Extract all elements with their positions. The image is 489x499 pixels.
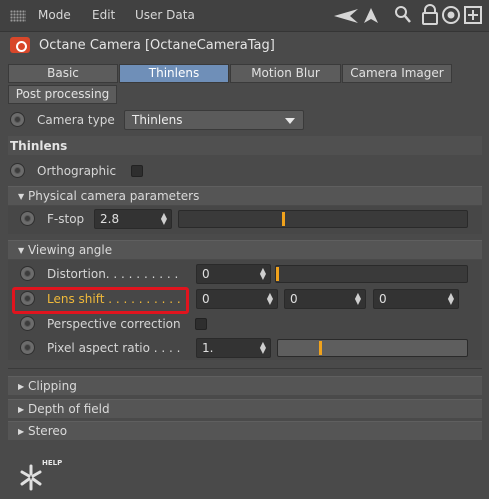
pixel-aspect-radio[interactable]: [20, 340, 35, 355]
clipping-header[interactable]: ▶ Clipping: [8, 376, 482, 395]
lens-shift-x-value: 0: [202, 292, 210, 306]
panel-grip-icon[interactable]: [10, 10, 26, 22]
pixel-aspect-value: 1.: [202, 341, 214, 355]
divider: [8, 368, 482, 369]
pixel-aspect-field[interactable]: 1. ▲ ▼: [196, 338, 271, 358]
spinner-icon[interactable]: ▲ ▼: [161, 212, 167, 226]
camera-type-dropdown[interactable]: Thinlens: [124, 110, 304, 130]
cursor-icon[interactable]: [362, 6, 380, 26]
fstop-radio[interactable]: [20, 211, 35, 226]
distortion-slider[interactable]: [275, 265, 468, 283]
lens-shift-y-field[interactable]: 0 ▲ ▼: [284, 289, 366, 309]
collapsed-arrow-icon: ▶: [18, 405, 25, 414]
physical-params-title: Physical camera parameters: [27, 189, 200, 203]
pixel-aspect-slider[interactable]: [277, 339, 468, 357]
thinlens-section-bar: [8, 136, 482, 155]
fstop-field[interactable]: 2.8 ▲ ▼: [94, 209, 172, 229]
target-icon[interactable]: [441, 5, 461, 25]
menu-bar: [0, 0, 489, 32]
distortion-slider-handle[interactable]: [276, 267, 279, 281]
help-area: [0, 443, 489, 499]
lens-shift-y-value: 0: [290, 292, 298, 306]
perspective-correction-checkbox[interactable]: [195, 318, 207, 330]
orthographic-label: Orthographic: [37, 164, 117, 178]
spinner-icon[interactable]: ▲ ▼: [260, 267, 266, 281]
spinner-icon[interactable]: ▲ ▼: [355, 292, 361, 306]
tab-camera-imager[interactable]: Camera Imager: [342, 64, 452, 83]
tab-post-processing[interactable]: Post processing: [8, 85, 117, 104]
lock-icon[interactable]: [421, 4, 439, 26]
expanded-arrow-icon: ▼: [18, 246, 25, 255]
lens-shift-x-field[interactable]: 0 ▲ ▼: [196, 289, 278, 309]
menu-edit[interactable]: Edit: [92, 8, 115, 22]
depth-of-field-title: Depth of field: [27, 402, 110, 416]
fstop-label: F-stop: [47, 212, 85, 226]
help-label[interactable]: HELP: [42, 459, 62, 467]
distortion-field[interactable]: 0 ▲ ▼: [196, 264, 271, 284]
lens-shift-z-field[interactable]: 0 ▲ ▼: [373, 289, 459, 309]
orthographic-radio[interactable]: [10, 163, 25, 178]
lens-shift-z-value: 0: [379, 292, 387, 306]
viewing-angle-title: Viewing angle: [27, 243, 113, 257]
orthographic-checkbox[interactable]: [131, 165, 143, 177]
fstop-slider[interactable]: [178, 210, 468, 228]
perspective-correction-label: Perspective correction: [47, 317, 181, 331]
physical-params-header[interactable]: ▼ Physical camera parameters: [8, 186, 482, 205]
spinner-icon[interactable]: ▲ ▼: [448, 292, 454, 306]
stereo-header[interactable]: ▶ Stereo: [8, 421, 482, 440]
back-arrow-icon[interactable]: [332, 6, 362, 26]
fstop-value: 2.8: [100, 212, 120, 226]
viewing-angle-header[interactable]: ▼ Viewing angle: [8, 240, 482, 259]
menu-mode[interactable]: Mode: [38, 8, 71, 22]
camera-type-value: Thinlens: [132, 113, 183, 127]
expanded-arrow-icon: ▼: [18, 192, 25, 201]
perspective-correction-radio[interactable]: [20, 316, 35, 331]
pixel-aspect-slider-handle[interactable]: [319, 341, 322, 355]
object-title: Octane Camera [OctaneCameraTag]: [39, 38, 275, 53]
tab-thinlens[interactable]: Thinlens: [119, 64, 229, 83]
search-icon[interactable]: [394, 5, 412, 25]
tab-basic[interactable]: Basic: [8, 64, 118, 83]
spinner-icon[interactable]: ▲ ▼: [267, 292, 273, 306]
camera-tag-icon: [10, 37, 30, 53]
lens-shift-radio[interactable]: [20, 291, 35, 306]
pixel-aspect-label: Pixel aspect ratio . . . .: [47, 341, 181, 355]
clipping-title: Clipping: [27, 379, 77, 393]
collapsed-arrow-icon: ▶: [18, 382, 25, 391]
menu-user-data[interactable]: User Data: [135, 8, 195, 22]
distortion-radio[interactable]: [20, 266, 35, 281]
depth-of-field-header[interactable]: ▶ Depth of field: [8, 399, 482, 418]
distortion-value: 0: [202, 267, 210, 281]
lens-shift-label: Lens shift . . . . . . . . . .: [47, 292, 181, 306]
new-panel-icon[interactable]: [463, 5, 483, 25]
tab-motion-blur[interactable]: Motion Blur: [230, 64, 341, 83]
section-title: Thinlens: [10, 139, 68, 153]
fstop-slider-handle[interactable]: [282, 212, 285, 226]
chevron-down-icon: [285, 118, 295, 124]
camera-type-radio[interactable]: [10, 112, 25, 127]
camera-type-label: Camera type: [37, 113, 115, 127]
distortion-label: Distortion. . . . . . . . . .: [47, 267, 179, 281]
stereo-title: Stereo: [27, 424, 68, 438]
spinner-icon[interactable]: ▲ ▼: [260, 341, 266, 355]
collapsed-arrow-icon: ▶: [18, 427, 25, 436]
